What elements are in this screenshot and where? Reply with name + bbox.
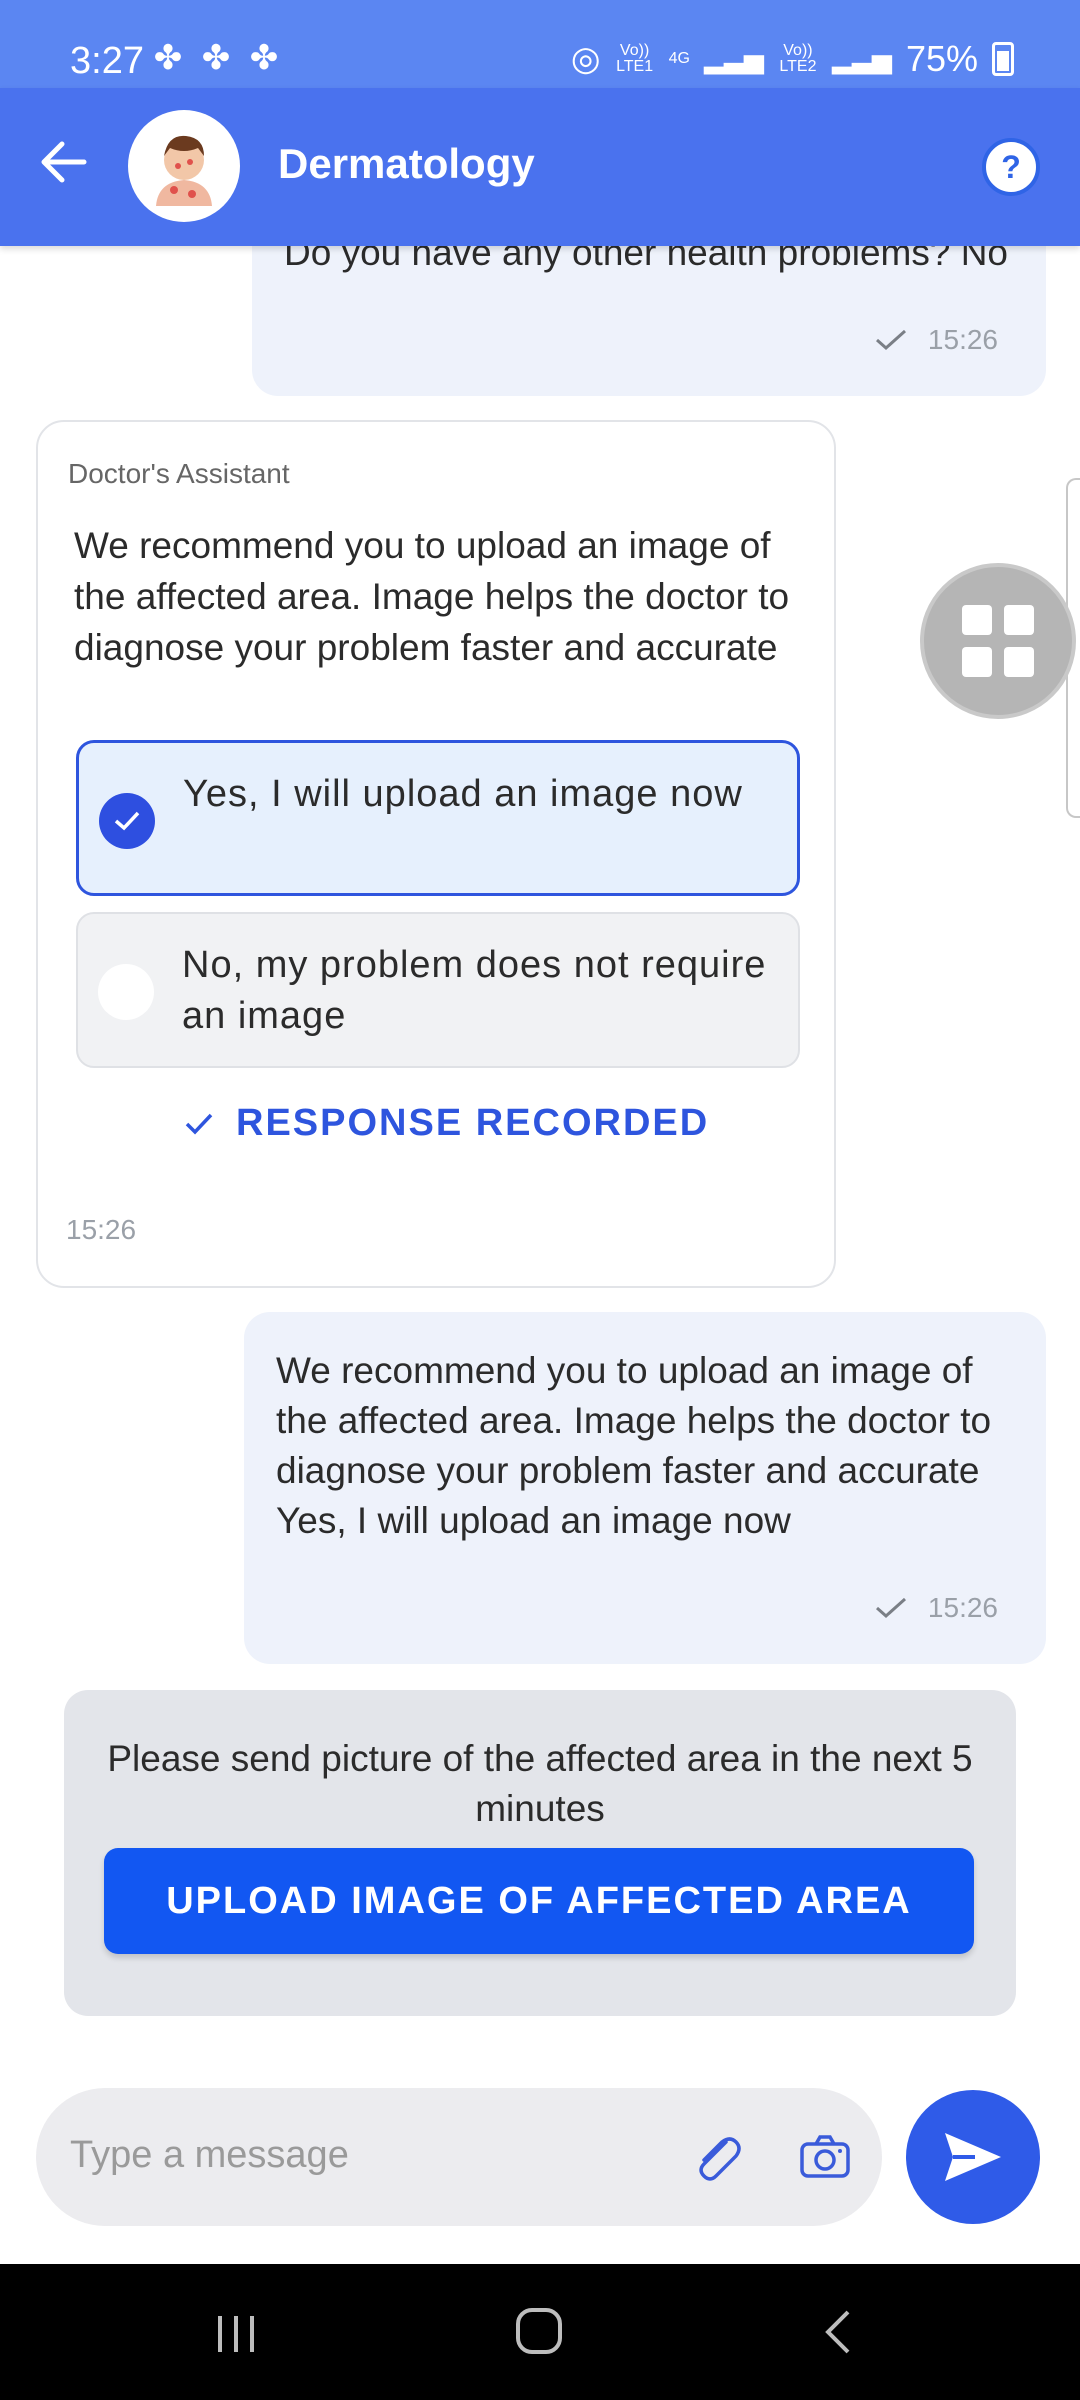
signal-icon: ▂▃▅ (831, 43, 892, 74)
message-time: 15:26 (66, 1214, 137, 1245)
message-time: 15:26 (927, 324, 998, 355)
option-label: Yes, I will upload an image now (183, 773, 743, 815)
radio-checked-icon (99, 793, 155, 849)
grid-icon (962, 605, 1034, 677)
camera-icon[interactable] (796, 2128, 854, 2186)
battery-percent: 75% (905, 38, 978, 79)
network-type-label: 4G (668, 50, 690, 67)
send-icon (945, 2133, 1001, 2181)
tick-icon (875, 329, 906, 351)
check-icon (185, 1113, 213, 1135)
back-arrow-icon[interactable] (34, 132, 94, 192)
send-button[interactable] (906, 2090, 1040, 2224)
attach-icon[interactable] (688, 2128, 746, 2186)
page-title: Dermatology (278, 140, 535, 187)
option-yes-upload[interactable]: Yes, I will upload an image now (76, 740, 800, 896)
assistant-message: Doctor's Assistant We recommend you to u… (36, 420, 836, 1288)
message-text: We recommend you to upload an image of t… (276, 1350, 992, 1541)
message-text: We recommend you to upload an image of t… (74, 525, 790, 668)
home-icon[interactable] (514, 2306, 564, 2356)
option-label: No, my problem does not require an image (182, 944, 767, 1037)
response-recorded-label: RESPONSE RECORDED (236, 1102, 710, 1144)
status-bar: 3:27 ✤ ✤ ✤ ◎ Vo)) LTE1 4G ▂▃▅ Vo)) LTE2 … (0, 0, 1080, 88)
recents-icon[interactable] (214, 2314, 258, 2354)
help-icon[interactable]: ? (982, 138, 1040, 196)
upload-image-button[interactable]: UPLOAD IMAGE OF AFFECTED AREA (104, 1848, 974, 1954)
radio-unchecked-icon (98, 964, 154, 1020)
option-no-image[interactable]: No, my problem does not require an image (76, 912, 800, 1068)
tick-icon (875, 1597, 906, 1619)
status-time: 3:27 (70, 40, 144, 82)
nav-back-icon[interactable] (818, 2308, 858, 2356)
sender-name: Doctor's Assistant (68, 458, 290, 489)
notification-app-icon: ✤ (201, 39, 231, 77)
notification-icons: ✤ ✤ ✤ (148, 38, 284, 78)
message-meta: 15:26 (874, 324, 998, 356)
message-meta: 15:26 (874, 1592, 998, 1624)
app-header: Dermatology ? (0, 88, 1080, 246)
message-time: 15:26 (927, 1592, 998, 1623)
signal-icon: ▂▃▅ (703, 43, 764, 74)
status-indicators: ◎ Vo)) LTE1 4G ▂▃▅ Vo)) LTE2 ▂▃▅ 75% (571, 38, 1014, 80)
battery-icon (992, 42, 1014, 76)
system-nav-bar (0, 2264, 1080, 2400)
notification-app-icon: ✤ (249, 39, 279, 77)
network-sim2-label: Vo)) LTE2 (779, 42, 817, 75)
message-placeholder: Type a message (70, 2134, 349, 2176)
hotspot-icon: ◎ (570, 40, 601, 78)
doctor-avatar (128, 110, 240, 222)
sent-message: We recommend you to upload an image of t… (244, 1312, 1046, 1664)
notification-app-icon: ✤ (153, 39, 183, 77)
upload-instructions: Please send picture of the affected area… (107, 1738, 973, 1829)
grid-menu-button[interactable] (920, 563, 1076, 719)
message-input[interactable]: Type a message (36, 2088, 882, 2226)
response-recorded-status: RESPONSE RECORDED (184, 1102, 709, 1145)
upload-prompt-card: Please send picture of the affected area… (64, 1690, 1016, 2016)
network-sim1-label: Vo)) LTE1 (616, 42, 654, 75)
